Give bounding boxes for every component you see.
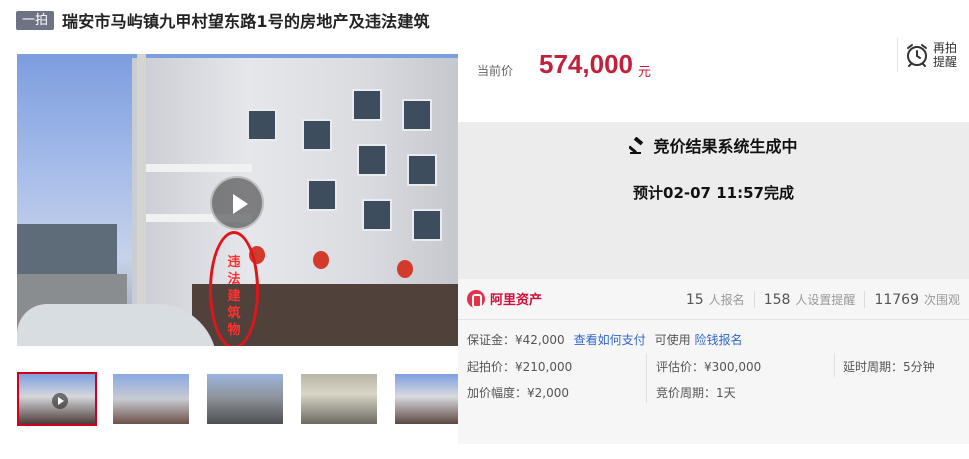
- current-price-unit: 元: [638, 65, 652, 80]
- photo-lantern: [397, 260, 413, 278]
- relist-remind-label: 再拍提醒: [933, 41, 958, 69]
- photo-lantern: [313, 251, 329, 269]
- thumbnail-image: [207, 374, 283, 424]
- delay-period: 延时周期：5分钟: [843, 360, 935, 374]
- status-heading: 竞价结果系统生成中: [458, 133, 969, 159]
- alarm-clock-icon: [904, 42, 930, 68]
- status-heading-text: 竞价结果系统生成中: [653, 137, 798, 156]
- auction-status-panel: 竞价结果系统生成中 预计02-07 11:57完成: [458, 122, 969, 279]
- gavel-icon: [628, 136, 647, 159]
- thumbnail-image: [301, 374, 377, 424]
- column-divider: [834, 353, 835, 377]
- thumbnail-3[interactable]: [205, 372, 285, 426]
- current-price-label: 当前价: [477, 64, 514, 78]
- auction-info-panel: 阿里资产 15 人报名 158 人设置提醒 11769 次围观 保证金：¥42,…: [458, 279, 969, 444]
- start-price: 起拍价：¥210,000: [467, 360, 573, 374]
- insurance-register-link[interactable]: 险钱报名: [694, 333, 742, 347]
- oval-annotation: 违 法 建 筑 物: [227, 255, 241, 338]
- stats-bar: 15 人报名 158 人设置提醒 11769 次围观: [677, 291, 969, 308]
- page-title: 瑞安市马屿镇九甲村望东路1号的房地产及违法建筑: [62, 12, 430, 31]
- photo-window: [247, 109, 277, 141]
- deposit-row: 保证金：¥42,000 查看如何支付 可使用 险钱报名: [467, 331, 743, 348]
- photo-balcony: [137, 164, 252, 172]
- stat-views: 11769 次围观: [864, 291, 969, 308]
- photo-roof: [17, 224, 117, 279]
- thumbnail-4[interactable]: [299, 372, 379, 426]
- usable-label: 可使用 险钱报名: [654, 333, 743, 347]
- photo-window: [352, 89, 382, 121]
- how-to-pay-link[interactable]: 查看如何支付: [574, 331, 646, 348]
- photo-pole: [137, 54, 146, 346]
- photo-window: [407, 154, 437, 186]
- brand-name: 阿里资产: [490, 293, 543, 308]
- video-play-button[interactable]: [210, 176, 264, 230]
- column-divider: [646, 353, 647, 403]
- thumbnail-image: [113, 374, 189, 424]
- appraisal-price: 评估价：¥300,000: [656, 360, 762, 374]
- brand[interactable]: 阿里资产: [467, 289, 542, 308]
- thumbnail-2[interactable]: [111, 372, 191, 426]
- listing-title-row: 一拍 瑞安市马屿镇九甲村望东路1号的房地产及违法建筑: [16, 9, 430, 31]
- bid-period: 竞价周期：1天: [656, 386, 736, 400]
- main-photo[interactable]: 违 法 建 筑 物: [17, 54, 458, 346]
- stat-reminders: 158 人设置提醒: [753, 291, 865, 308]
- photo-window: [357, 144, 387, 176]
- ali-assets-logo-icon: [467, 289, 485, 308]
- current-price-value: 574,000: [539, 49, 633, 79]
- play-icon: [52, 393, 68, 409]
- photo-window: [307, 179, 337, 211]
- auction-round-badge: 一拍: [16, 10, 55, 30]
- status-eta: 预计02-07 11:57完成: [633, 184, 794, 202]
- photo-window: [402, 99, 432, 131]
- photo-window: [302, 119, 332, 151]
- deposit-text: 保证金：¥42,000: [467, 333, 565, 347]
- thumbnail-strip: [17, 372, 473, 426]
- photo-window: [362, 199, 392, 231]
- photo-window: [412, 209, 442, 241]
- stat-registered: 15 人报名: [685, 292, 745, 308]
- thumbnail-1[interactable]: [17, 372, 97, 426]
- relist-remind-button[interactable]: 再拍提醒: [897, 38, 969, 72]
- divider: [458, 319, 969, 320]
- bid-increment: 加价幅度：¥2,000: [467, 386, 569, 400]
